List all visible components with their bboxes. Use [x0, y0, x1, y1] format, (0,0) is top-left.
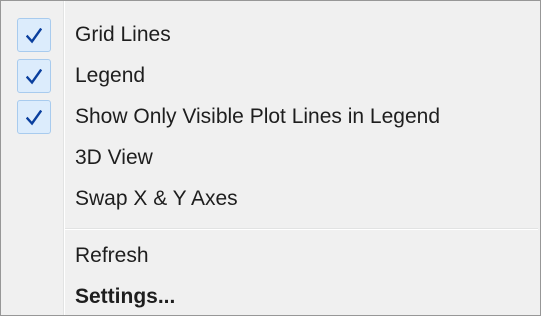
checkmark-icon — [26, 28, 42, 44]
menu-item-label: Grid Lines — [75, 23, 171, 46]
menu-item-label: Refresh — [75, 244, 149, 267]
menu-item-3d-view[interactable]: 3D View — [1, 138, 540, 178]
menu-item-label: Settings... — [75, 285, 176, 308]
checkmark-icon — [26, 110, 42, 126]
checkmark-icon — [26, 69, 42, 85]
menu-item-label: Swap X & Y Axes — [75, 187, 238, 210]
menu-check-highlight — [17, 59, 51, 93]
menu-item-swap-axes[interactable]: Swap X & Y Axes — [1, 179, 540, 219]
menu-check-highlight — [17, 18, 51, 52]
menu-item-show-only-visible-plot-lines[interactable]: Show Only Visible Plot Lines in Legend — [1, 97, 540, 137]
menu-item-label: 3D View — [75, 146, 153, 169]
menu-check-highlight — [17, 100, 51, 134]
menu-item-settings[interactable]: Settings... — [1, 277, 540, 316]
menu-separator — [65, 228, 538, 230]
context-menu: Grid Lines Legend Show Only Visible Plot… — [0, 0, 541, 316]
menu-item-legend[interactable]: Legend — [1, 56, 540, 96]
menu-item-grid-lines[interactable]: Grid Lines — [1, 15, 540, 55]
menu-item-label: Show Only Visible Plot Lines in Legend — [75, 105, 441, 128]
menu-item-label: Legend — [75, 64, 146, 87]
menu-item-refresh[interactable]: Refresh — [1, 236, 540, 276]
